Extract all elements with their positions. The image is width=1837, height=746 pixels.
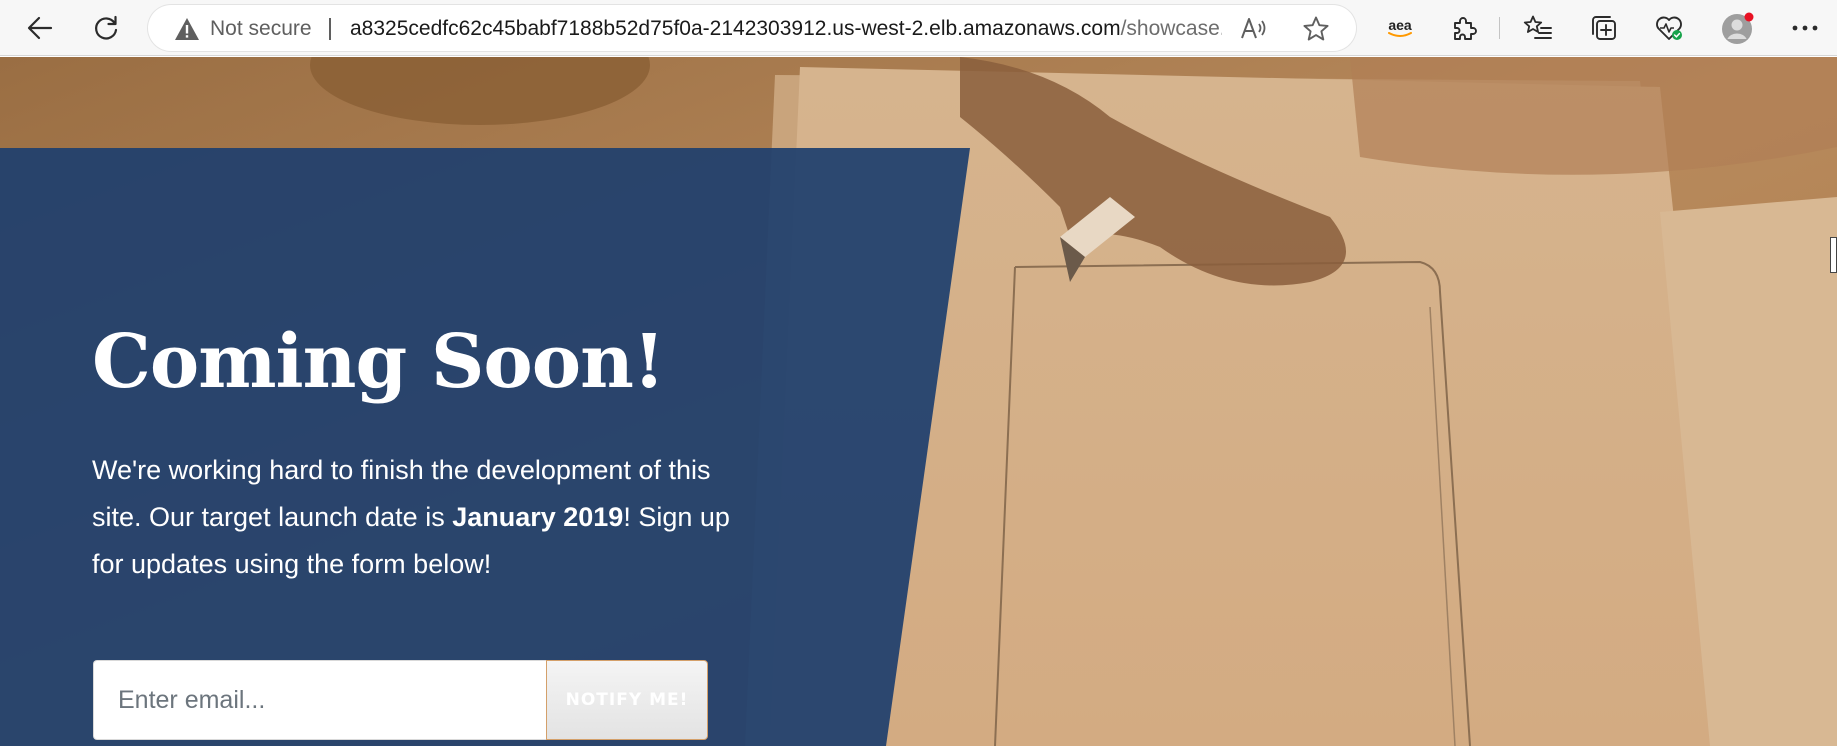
back-arrow-icon: [26, 14, 54, 42]
url-path: /showcase....: [1120, 17, 1222, 40]
aea-extension-icon: aea: [1387, 18, 1413, 38]
extensions-button[interactable]: [1444, 8, 1484, 48]
back-button[interactable]: [20, 8, 60, 48]
collections-icon: [1590, 14, 1618, 42]
profile-avatar-icon: [1721, 11, 1755, 45]
page-title: Coming Soon!: [92, 319, 665, 405]
launch-date: January 2019: [452, 502, 624, 532]
read-aloud-icon[interactable]: [1240, 16, 1268, 46]
aea-extension-button[interactable]: aea: [1380, 8, 1420, 48]
favorites-list-icon: [1523, 14, 1553, 42]
browser-toolbar: Not secure a8325cedfc62c45babf7188b52d75…: [0, 0, 1837, 56]
more-menu-icon: [1791, 24, 1819, 32]
notify-me-button[interactable]: NOTIFY ME!: [546, 660, 708, 740]
favorites-button[interactable]: [1518, 8, 1558, 48]
profile-button[interactable]: [1718, 8, 1758, 48]
page-viewport: Coming Soon! We're working hard to finis…: [0, 57, 1837, 746]
star-icon[interactable]: [1302, 15, 1330, 47]
reload-icon: [92, 14, 120, 42]
browser-essentials-button[interactable]: [1649, 8, 1689, 48]
email-input[interactable]: [93, 660, 546, 740]
puzzle-icon: [1450, 14, 1478, 42]
url-text[interactable]: a8325cedfc62c45babf7188b52d75f0a-2142303…: [350, 17, 1222, 41]
browser-essentials-icon: [1654, 14, 1684, 42]
url-host: a8325cedfc62c45babf7188b52d75f0a-2142303…: [350, 17, 1121, 40]
warning-icon[interactable]: [174, 17, 200, 45]
address-separator: [329, 18, 331, 40]
signup-form: NOTIFY ME!: [93, 660, 708, 740]
toolbar-divider: [1499, 17, 1500, 39]
reload-button[interactable]: [86, 8, 126, 48]
security-label[interactable]: Not secure: [210, 17, 312, 41]
hero-description: We're working hard to finish the develop…: [92, 447, 732, 588]
extension-label: aea: [1388, 17, 1412, 33]
more-menu-button[interactable]: [1785, 8, 1825, 48]
address-bar[interactable]: Not secure a8325cedfc62c45babf7188b52d75…: [148, 5, 1356, 51]
collections-button[interactable]: [1584, 8, 1624, 48]
